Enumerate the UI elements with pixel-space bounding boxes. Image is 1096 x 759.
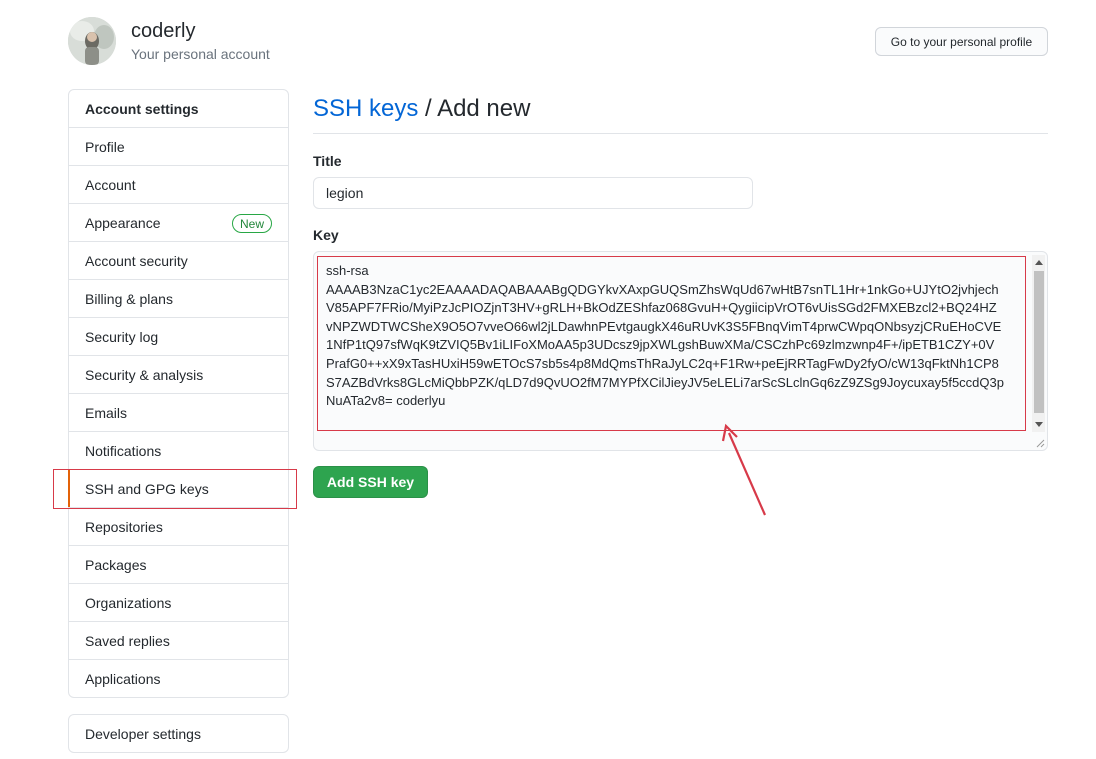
avatar[interactable]: [68, 17, 116, 65]
sidebar-item-organizations[interactable]: Organizations: [69, 584, 288, 622]
sidebar-item-repositories[interactable]: Repositories: [69, 508, 288, 546]
scroll-up-arrow-icon[interactable]: [1035, 260, 1043, 265]
scroll-down-arrow-icon[interactable]: [1035, 422, 1043, 427]
scrollbar-thumb[interactable]: [1034, 271, 1044, 413]
sidebar-item-ssh-gpg-keys[interactable]: SSH and GPG keys: [68, 470, 288, 508]
sidebar-item-label: Profile: [85, 138, 125, 155]
sidebar-item-applications[interactable]: Applications: [69, 660, 288, 698]
sidebar-item-label: Security log: [85, 328, 159, 345]
sidebar-item-notifications[interactable]: Notifications: [69, 432, 288, 470]
breadcrumb-separator: /: [418, 95, 438, 122]
title-divider: [313, 133, 1048, 134]
sidebar-item-security-analysis[interactable]: Security & analysis: [69, 356, 288, 394]
sidebar-item-appearance[interactable]: Appearance New: [69, 204, 288, 242]
sidebar-item-label: Saved replies: [85, 632, 170, 649]
sidebar-item-label: SSH and GPG keys: [85, 480, 209, 497]
breadcrumb-ssh-keys-link[interactable]: SSH keys: [313, 95, 418, 122]
add-ssh-key-button[interactable]: Add SSH key: [313, 466, 428, 498]
sidebar-item-label: Emails: [85, 404, 128, 421]
sidebar-item-label: Billing & plans: [85, 290, 173, 307]
breadcrumb-current: Add new: [437, 95, 531, 122]
key-textarea-scrollbar[interactable]: [1032, 255, 1045, 432]
sidebar-item-label: Packages: [85, 556, 147, 573]
new-badge: New: [231, 214, 272, 233]
sidebar-item-saved-replies[interactable]: Saved replies: [69, 622, 288, 660]
sidebar-item-label: Account security: [85, 252, 188, 269]
sidebar-item-emails[interactable]: Emails: [69, 394, 288, 432]
settings-sidebar: Account settings Profile Account Appeara…: [68, 89, 289, 698]
developer-settings-label: Developer settings: [85, 725, 201, 742]
resize-grip-icon[interactable]: [1035, 438, 1045, 448]
title-input[interactable]: [313, 177, 753, 209]
page-title: SSH keys / Add new: [313, 95, 530, 123]
go-to-profile-button[interactable]: Go to your personal profile: [875, 27, 1048, 56]
sidebar-item-packages[interactable]: Packages: [69, 546, 288, 584]
sidebar-item-label: Account: [85, 176, 136, 193]
account-subtitle: Your personal account: [131, 46, 270, 62]
key-field-label: Key: [313, 227, 339, 243]
title-field-label: Title: [313, 153, 342, 169]
sidebar-item-label: Notifications: [85, 442, 162, 459]
developer-settings-link[interactable]: Developer settings: [68, 714, 289, 753]
sidebar-item-label: Appearance: [85, 214, 161, 231]
sidebar-item-account[interactable]: Account: [69, 166, 288, 204]
sidebar-item-label: Organizations: [85, 594, 172, 611]
account-name: coderly: [131, 20, 196, 42]
sidebar-item-profile[interactable]: Profile: [69, 128, 288, 166]
sidebar-item-label: Security & analysis: [85, 366, 204, 383]
sidebar-item-label: Repositories: [85, 518, 163, 535]
sidebar-item-billing[interactable]: Billing & plans: [69, 280, 288, 318]
sidebar-item-security-log[interactable]: Security log: [69, 318, 288, 356]
sidebar-item-account-security[interactable]: Account security: [69, 242, 288, 280]
key-textarea-value: ssh-rsa AAAAB3NzaC1yc2EAAAADAQABAAABgQDG…: [326, 263, 1004, 409]
sidebar-item-label: Applications: [85, 671, 161, 687]
sidebar-header: Account settings: [69, 90, 288, 128]
key-textarea[interactable]: ssh-rsa AAAAB3NzaC1yc2EAAAADAQABAAABgQDG…: [313, 251, 1048, 451]
